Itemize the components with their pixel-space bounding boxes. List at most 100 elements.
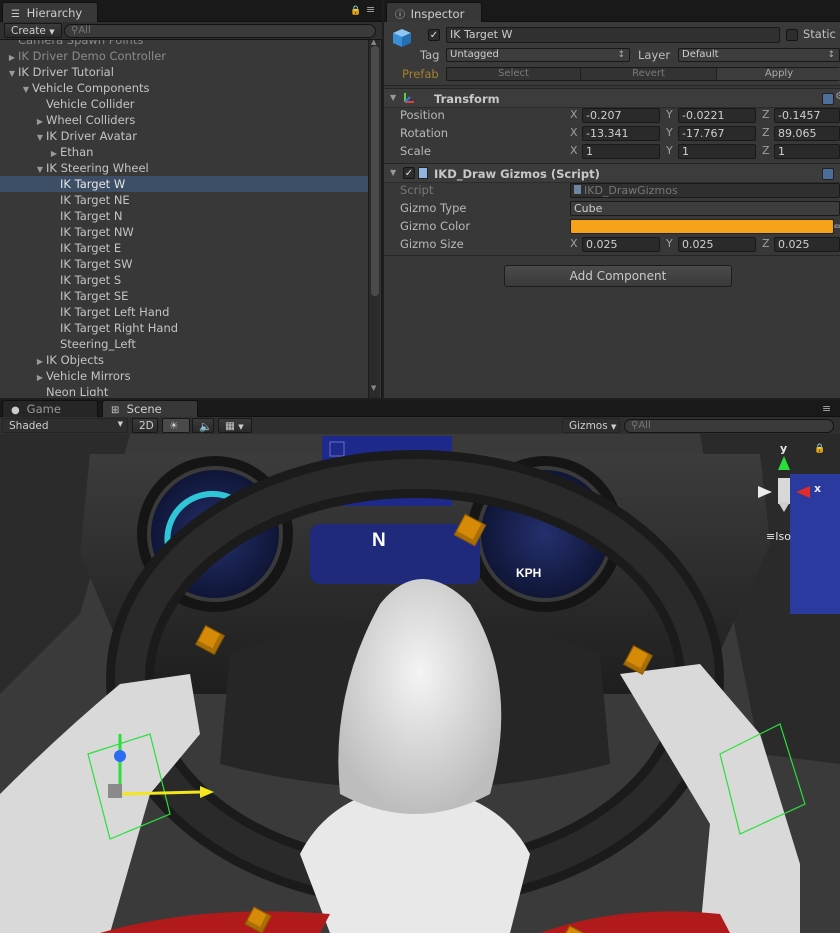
component-enabled-checkbox[interactable]: ✓ [403, 167, 415, 179]
hierarchy-search-input[interactable]: ⚲All [64, 24, 376, 38]
gizmo-size-z-field[interactable]: 0.025 [774, 237, 840, 252]
hierarchy-scroll-thumb[interactable] [371, 46, 379, 296]
hierarchy-row[interactable]: IK Target Right Hand [0, 320, 368, 336]
gizmo-type-dropdown[interactable]: Cube [570, 201, 840, 216]
static-checkbox[interactable] [786, 29, 798, 41]
position-z-field[interactable]: -0.1457 [774, 108, 840, 123]
hierarchy-scrollbar[interactable]: ▲ ▼ [368, 38, 380, 398]
hierarchy-row[interactable]: ▶ IK Driver Demo Controller [0, 48, 368, 64]
rotation-y-field[interactable]: -17.767 [678, 126, 756, 141]
gizmo-color-swatch[interactable] [570, 219, 834, 234]
hierarchy-row[interactable]: Steering_Left [0, 336, 368, 352]
dropdown-arrow-icon: ▼ [238, 423, 244, 431]
tab-hierarchy[interactable]: ☰ Hierarchy [2, 2, 98, 22]
help-icon[interactable] [822, 93, 834, 105]
create-button[interactable]: Create ▼ [4, 23, 62, 38]
hierarchy-row[interactable]: IK Target SE [0, 288, 368, 304]
object-name-field[interactable]: IK Target W [446, 27, 780, 43]
hierarchy-row[interactable]: IK Target Left Hand [0, 304, 368, 320]
hierarchy-row[interactable]: Camera Spawn Points [0, 40, 368, 48]
scene-effects-dropdown[interactable]: ▦ ▼ [218, 418, 252, 433]
tab-inspector[interactable]: ⓘ Inspector [386, 2, 482, 22]
help-icon[interactable] [822, 168, 834, 180]
scene-orientation-gizmo[interactable]: 🔒 y x ≡Iso [752, 442, 840, 544]
draw-gizmos-header[interactable]: ▼ ✓ IKD_Draw Gizmos (Script) [384, 163, 840, 183]
hierarchy-row[interactable]: IK Target N [0, 208, 368, 224]
hierarchy-row[interactable]: IK Target NE [0, 192, 368, 208]
scene-lighting-button[interactable]: ☀ [162, 418, 190, 433]
tab-inspector-label: Inspector [410, 7, 465, 21]
layer-dropdown[interactable]: Default [678, 48, 840, 62]
hierarchy-row[interactable]: ▼ IK Driver Tutorial [0, 64, 368, 80]
collapse-arrow-icon[interactable]: ▼ [390, 93, 396, 102]
scene-audio-button[interactable]: 🔈 [192, 418, 214, 433]
2d-toggle-button[interactable]: 2D [132, 418, 158, 433]
gizmo-type-value: Cube [574, 202, 603, 215]
transform-header[interactable]: ▼ Transform ⚙ [384, 88, 840, 108]
script-row: Script IKD_DrawGizmos [384, 181, 840, 199]
inspector-panel: ⓘ Inspector ✓ IK Target W Static Tag Unt… [384, 0, 840, 398]
collapse-arrow-icon[interactable]: ▼ [390, 168, 396, 177]
hierarchy-row[interactable]: ▶ Vehicle Mirrors [0, 368, 368, 384]
active-checkbox[interactable]: ✓ [428, 29, 440, 41]
hierarchy-row[interactable]: ▼ IK Steering Wheel [0, 160, 368, 176]
scroll-up-icon[interactable]: ▲ [371, 38, 376, 46]
hierarchy-row[interactable]: ▶ IK Objects [0, 352, 368, 368]
tag-dropdown[interactable]: Untagged [446, 48, 630, 62]
gizmo-type-row: Gizmo Type Cube [384, 199, 840, 217]
gizmo-size-row: Gizmo Size X 0.025 Y 0.025 Z 0.025 [384, 235, 840, 253]
prefab-select-button[interactable]: Select [447, 68, 581, 80]
prefab-apply-label: Apply [764, 68, 794, 79]
shading-mode-dropdown[interactable]: Shaded ▼ [2, 418, 128, 433]
hierarchy-row[interactable]: Neon Light [0, 384, 368, 396]
hierarchy-row[interactable]: IK Target S [0, 272, 368, 288]
panel-menu-icon[interactable]: ≡ [822, 402, 831, 415]
script-field[interactable]: IKD_DrawGizmos [570, 183, 840, 198]
lock-icon[interactable]: 🔒 [350, 6, 361, 16]
position-y-field[interactable]: -0.0221 [678, 108, 756, 123]
tab-scene[interactable]: ⊞ Scene [102, 400, 198, 417]
projection-toggle[interactable]: ≡Iso [766, 530, 791, 543]
add-component-button[interactable]: Add Component [504, 265, 732, 287]
hierarchy-row[interactable]: ▼ IK Driver Avatar [0, 128, 368, 144]
gizmo-type-label: Gizmo Type [400, 201, 467, 215]
panel-menu-icon[interactable]: ≡ [366, 3, 375, 16]
menu-lines-icon: ≡ [766, 530, 776, 543]
scroll-down-icon[interactable]: ▼ [371, 384, 376, 392]
hierarchy-row[interactable]: IK Target SW [0, 256, 368, 272]
hierarchy-tree: Camera Spawn Points ▶ IK Driver Demo Contr… [0, 40, 368, 396]
scale-x-field[interactable]: 1 [582, 144, 660, 159]
hierarchy-row[interactable]: IK Target W [0, 176, 368, 192]
transform-title: Transform [434, 92, 500, 106]
dropdown-arrow-icon: ▼ [49, 28, 55, 36]
hierarchy-row-label: Steering_Left [60, 337, 136, 351]
rotation-y-axis-label: Y [666, 126, 673, 139]
prefab-label: Prefab [402, 67, 439, 81]
hierarchy-row[interactable]: IK Target NW [0, 224, 368, 240]
rotation-z-field[interactable]: 89.065 [774, 126, 840, 141]
prefab-revert-button[interactable]: Revert [581, 68, 717, 80]
layer-label: Layer [638, 48, 671, 62]
scale-y-field[interactable]: 1 [678, 144, 756, 159]
tab-hierarchy-label: Hierarchy [26, 6, 83, 20]
prefab-apply-button[interactable]: Apply [717, 68, 840, 80]
hierarchy-row[interactable]: IK Target E [0, 240, 368, 256]
hierarchy-row[interactable]: ▶ Ethan [0, 144, 368, 160]
scene-viewport[interactable]: N KPH 🔒 y x ≡Iso [0, 434, 840, 933]
hierarchy-row[interactable]: ▶ Wheel Colliders [0, 112, 368, 128]
gizmos-dropdown[interactable]: Gizmos ▼ [562, 418, 620, 433]
rotation-x-field[interactable]: -13.341 [582, 126, 660, 141]
gizmo-lock-icon[interactable]: 🔒 [814, 444, 825, 454]
gizmo-size-z-axis-label: Z [762, 237, 770, 250]
scale-z-field[interactable]: 1 [774, 144, 840, 159]
gizmo-color-label: Gizmo Color [400, 219, 471, 233]
position-x-field[interactable]: -0.207 [582, 108, 660, 123]
settings-gear-icon[interactable]: ⚙ [835, 91, 840, 102]
gizmo-size-x-field[interactable]: 0.025 [582, 237, 660, 252]
hierarchy-row[interactable]: Vehicle Collider [0, 96, 368, 112]
tab-game[interactable]: ● Game [2, 400, 98, 417]
hierarchy-row[interactable]: ▼ Vehicle Components [0, 80, 368, 96]
gizmo-size-y-field[interactable]: 0.025 [678, 237, 756, 252]
scene-search-input[interactable]: ⚲All [624, 419, 834, 433]
prefab-revert-label: Revert [632, 68, 665, 79]
